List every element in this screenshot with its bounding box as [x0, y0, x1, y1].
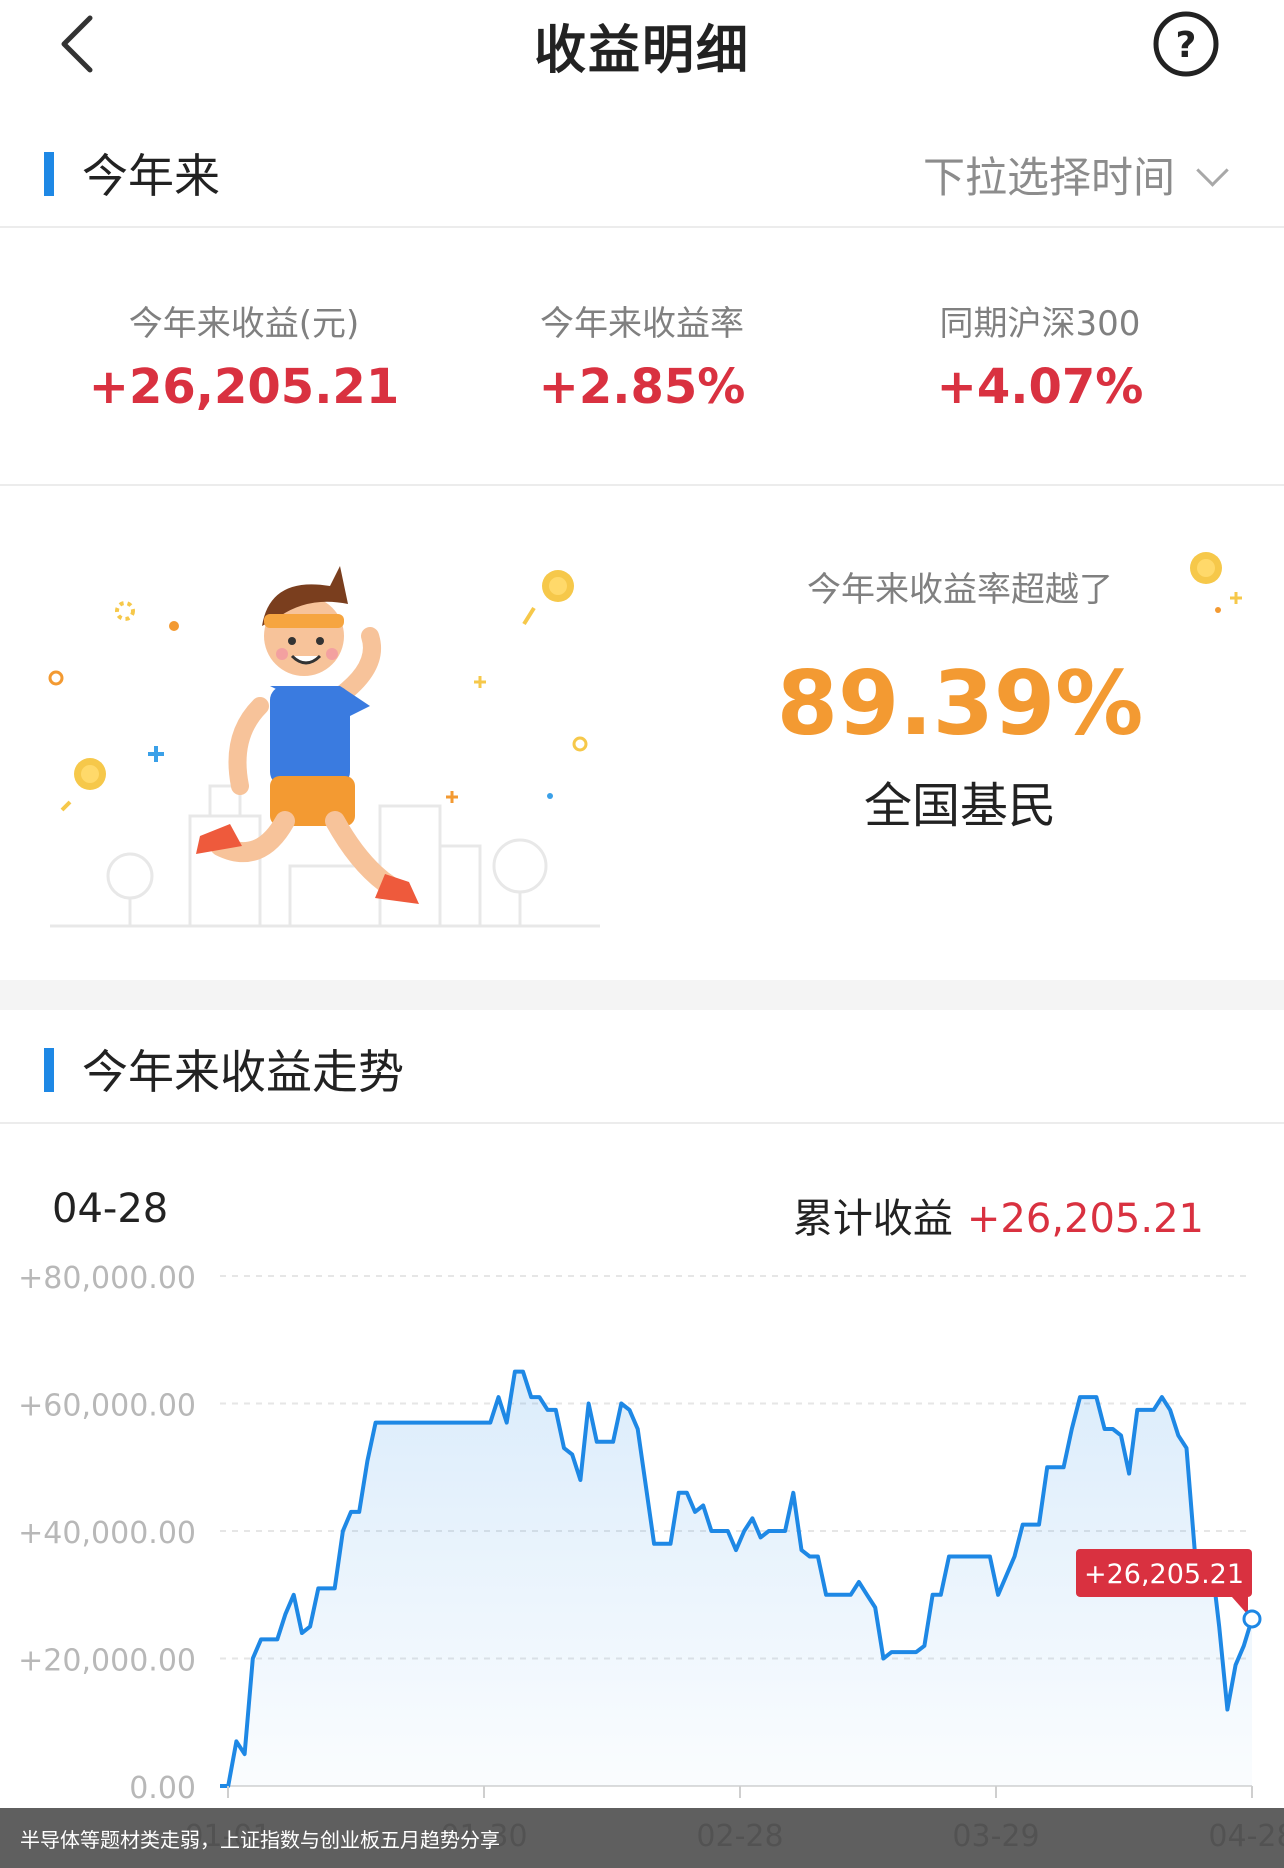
trend-section-title: 今年来收益走势	[82, 1045, 404, 1099]
y-tick-label: +20,000.00	[18, 1644, 196, 1679]
y-tick-label: +80,000.00	[18, 1261, 196, 1296]
y-tick-label: 0.00	[129, 1771, 196, 1806]
stat-csi300: 同期沪深300 +4.07%	[840, 296, 1240, 415]
chart-cumulative: 累计收益 +26,205.21	[793, 1186, 1204, 1244]
runner-figure	[196, 566, 419, 904]
cumulative-value: +26,205.21	[966, 1196, 1204, 1242]
period-section-header: 今年来 下拉选择时间	[0, 116, 1284, 228]
stat-label: 今年来收益(元)	[128, 304, 360, 344]
rank-percent: 89.39%	[776, 652, 1144, 755]
time-range-dropdown[interactable]: 下拉选择时间	[922, 144, 1229, 205]
profit-trend-chart[interactable]: +80,000.00 +60,000.00 +40,000.00 +20,000.00…	[0, 1250, 1284, 1850]
cumulative-label: 累计收益	[792, 1196, 953, 1242]
y-tick-label: +40,000.00	[18, 1516, 196, 1551]
stat-label: 今年来收益率	[540, 304, 744, 344]
question-circle-icon[interactable]: ?	[1152, 10, 1220, 78]
rank-banner: 今年来收益率超越了 89.39% 全国基民	[0, 486, 1284, 980]
time-range-dropdown-label: 下拉选择时间	[922, 153, 1175, 202]
chevron-down-icon	[1196, 154, 1229, 187]
last-point-marker	[1242, 1609, 1262, 1629]
section-divider	[0, 980, 1284, 1010]
stat-value: +4.07%	[936, 359, 1144, 415]
runner-illustration	[48, 566, 600, 928]
rank-subject: 全国基民	[863, 778, 1056, 834]
section-accent-bar	[44, 1048, 54, 1092]
footer-caption-bar: 半导体等题材类走弱，上证指数与创业板五月趋势分享	[0, 1808, 1284, 1868]
stat-ytd-return: 今年来收益率 +2.85%	[442, 296, 842, 415]
section-accent-bar	[44, 152, 54, 196]
stat-ytd-profit: 今年来收益(元) +26,205.21	[44, 296, 444, 415]
stat-value: +26,205.21	[88, 359, 400, 415]
y-tick-label: +60,000.00	[18, 1389, 196, 1424]
stat-label: 同期沪深300	[939, 304, 1141, 344]
period-section-title: 今年来	[82, 149, 220, 203]
stats-row: 今年来收益(元) +26,205.21 今年来收益率 +2.85% 同期沪深30…	[0, 228, 1284, 486]
tooltip-text: +26,205.21	[1084, 1559, 1244, 1590]
rank-label: 今年来收益率超越了	[807, 570, 1113, 610]
footer-caption: 半导体等题材类走弱，上证指数与创业板五月趋势分享	[20, 1828, 500, 1852]
trend-section-header: 今年来收益走势	[0, 1012, 1284, 1124]
top-bar: 收益明细 ?	[0, 0, 1284, 96]
stat-value: +2.85%	[538, 359, 746, 415]
chart-selected-date: 04-28	[52, 1186, 169, 1232]
page-title: 收益明细	[533, 21, 750, 81]
coin-icon	[1190, 552, 1242, 613]
svg-text:?: ?	[1176, 25, 1197, 66]
